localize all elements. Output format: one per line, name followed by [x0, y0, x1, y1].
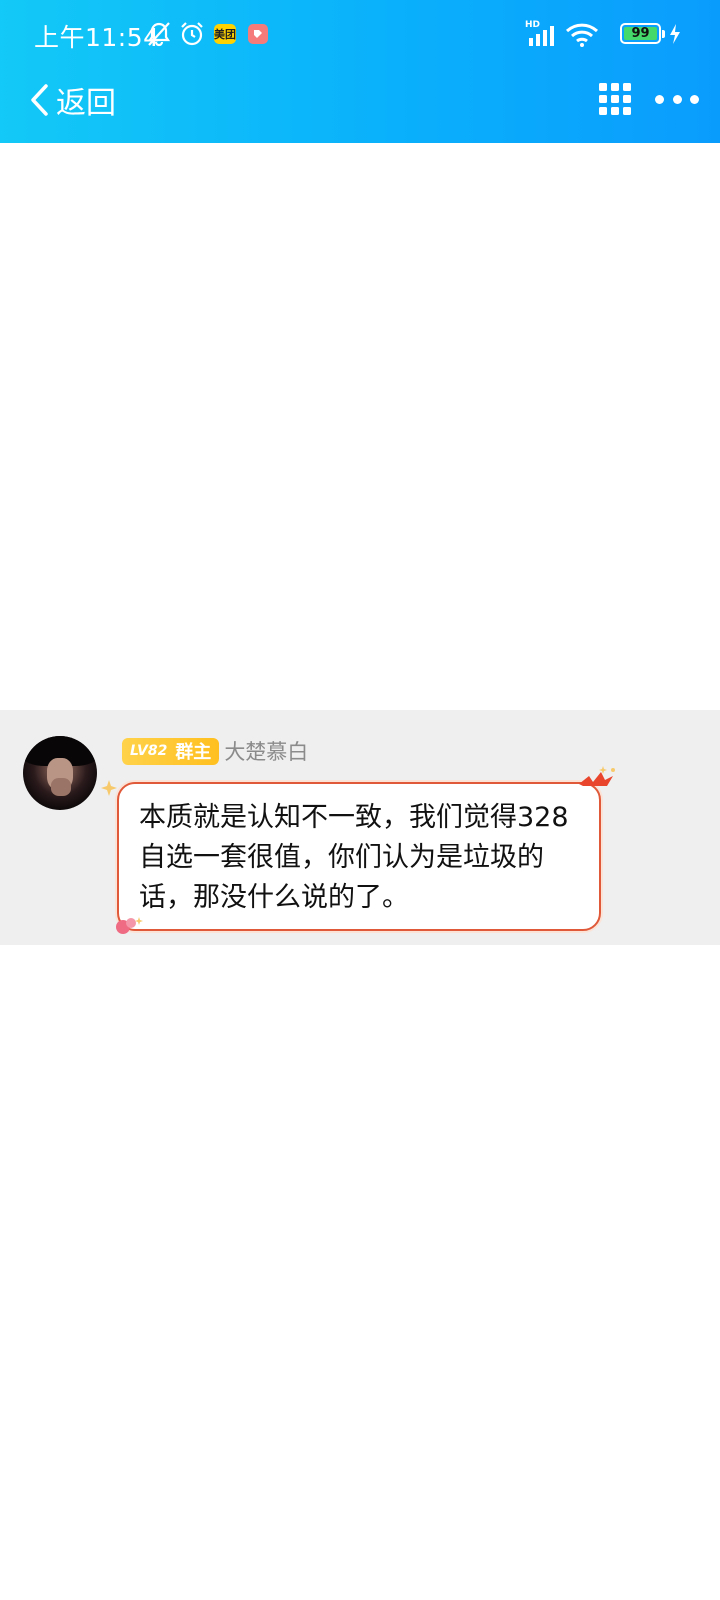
avatar[interactable] [23, 736, 97, 810]
bell-muted-icon [147, 22, 171, 47]
level-label: LV82 [130, 743, 168, 759]
back-button[interactable]: 返回 [28, 80, 116, 121]
role-label: 群主 [175, 742, 212, 763]
header-bar: 上午11:54 美团 HD 99 返回 [0, 0, 720, 143]
meituan-app-icon: 美团 [214, 24, 236, 44]
tag-app-icon [248, 24, 268, 44]
back-label: 返回 [56, 86, 116, 121]
wifi-icon [565, 23, 599, 47]
message-bubble[interactable]: 本质就是认知不一致，我们觉得328自选一套很值，你们认为是垃圾的话，那没什么说的… [101, 766, 615, 934]
battery-level: 99 [624, 26, 657, 41]
navigation-bar: 返回 [0, 70, 720, 143]
charging-icon [670, 24, 680, 44]
sender-name[interactable]: 大楚慕白 [224, 736, 308, 766]
star-decoration-icon [101, 780, 117, 796]
member-level-badge[interactable]: LV82 群主 [122, 737, 220, 765]
more-options-button[interactable] [655, 82, 699, 116]
more-dot-icon [655, 94, 664, 104]
battery-indicator: 99 [620, 23, 665, 44]
message-meta: LV82 群主 大楚慕白 [122, 737, 308, 765]
grid-menu-icon[interactable] [598, 82, 632, 116]
signal-icon [529, 26, 554, 46]
chevron-left-icon [31, 84, 48, 116]
more-dot-icon [690, 94, 699, 104]
status-bar: 上午11:54 美团 HD 99 [0, 0, 720, 70]
more-dot-icon [672, 94, 682, 104]
message-text: 本质就是认知不一致，我们觉得328自选一套很值，你们认为是垃圾的话，那没什么说的… [139, 802, 569, 913]
meituan-app-label: 美团 [214, 28, 236, 41]
chat-message: LV82 群主 大楚慕白 本质就是认知不一致，我们觉得328自选一套很值，你们认… [0, 710, 720, 945]
alarm-icon [181, 22, 203, 46]
flower-decoration-icon [116, 917, 143, 934]
sparkle-decoration-icon [579, 766, 615, 786]
status-time: 上午11:54 [34, 23, 160, 52]
